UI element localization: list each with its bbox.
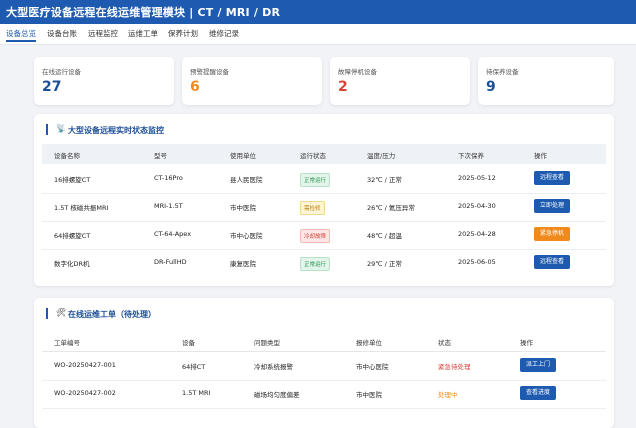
stat-value: 2 bbox=[338, 79, 348, 95]
repair-unit: 市中心医院 bbox=[356, 363, 389, 371]
next-maintenance: 2025-04-28 bbox=[458, 230, 496, 238]
app-title: 大型医疗设备远程在线运维管理模块 | CT / MRI / DR bbox=[6, 6, 281, 19]
monitor-panel: 📡 大型设备远程实时状态监控 设备名称 型号 使用单位 运行状态 温度/压力 下… bbox=[34, 114, 614, 286]
satellite-icon: 📡 bbox=[56, 124, 66, 133]
device-name: 数字化DR机 bbox=[54, 260, 90, 268]
next-maintenance: 2025-05-12 bbox=[458, 174, 496, 182]
stat-label: 待保养设备 bbox=[486, 68, 519, 76]
stat-card-maintenance: 待保养设备 9 bbox=[478, 57, 614, 105]
column-header: 问题类型 bbox=[254, 339, 280, 347]
device-model: CT-16Pro bbox=[154, 174, 183, 182]
device-unit: 市中医院 bbox=[230, 204, 256, 212]
order-id: WO-20250427-002 bbox=[54, 389, 116, 397]
column-header: 使用单位 bbox=[230, 152, 256, 160]
section-accent-bar bbox=[46, 308, 48, 319]
tab-ledger[interactable]: 设备台账 bbox=[47, 28, 77, 39]
wrench-icon: 🛠 bbox=[56, 308, 67, 317]
device-name: 64排螺旋CT bbox=[54, 232, 91, 240]
table-row: WO-20250427-001 64排CT 冷却系统报警 市中心医院 紧急待处理… bbox=[42, 352, 606, 381]
column-header: 下次保养 bbox=[458, 152, 484, 160]
stat-label: 预警提醒设备 bbox=[190, 68, 229, 76]
device-unit: 县人民医院 bbox=[230, 176, 263, 184]
work-order-panel: 🛠 在线运维工单（待处理） 工单编号 设备 问题类型 报修单位 状态 操作 WO… bbox=[34, 298, 614, 428]
order-status: 处理中 bbox=[438, 391, 458, 399]
temp-pressure: 26℃ / 氦压异常 bbox=[367, 204, 415, 212]
issue-type: 冷却系统报警 bbox=[254, 363, 293, 371]
tab-repair-records[interactable]: 维修记录 bbox=[209, 28, 239, 39]
order-device: 64排CT bbox=[182, 363, 206, 371]
device-model: MRI-1.5T bbox=[154, 202, 183, 210]
app-header: 大型医疗设备远程在线运维管理模块 | CT / MRI / DR bbox=[0, 0, 636, 24]
handle-now-button[interactable]: 立即处理 bbox=[534, 199, 570, 213]
device-name: 1.5T 核磁共振MRI bbox=[54, 204, 109, 212]
status-badge: 正常运行 bbox=[300, 173, 331, 187]
emergency-stop-button[interactable]: 紧急停机 bbox=[534, 227, 570, 241]
table-header: 设备名称 型号 使用单位 运行状态 温度/压力 下次保养 操作 bbox=[42, 144, 606, 164]
device-model: CT-64-Apex bbox=[154, 230, 192, 238]
tab-maintenance-plan[interactable]: 保养计划 bbox=[168, 28, 198, 39]
column-header: 操作 bbox=[534, 152, 547, 160]
stat-card-warning: 预警提醒设备 6 bbox=[182, 57, 322, 105]
device-model: DR-FullHD bbox=[154, 258, 187, 266]
tab-work-orders[interactable]: 运维工单 bbox=[128, 28, 158, 39]
temp-pressure: 32℃ / 正常 bbox=[367, 176, 402, 184]
stat-value: 9 bbox=[486, 79, 496, 95]
repair-unit: 市中医院 bbox=[356, 391, 382, 399]
tab-overview[interactable]: 设备总览 bbox=[6, 28, 36, 42]
order-id: WO-20250427-001 bbox=[54, 361, 116, 369]
order-status: 紧急待处理 bbox=[438, 363, 471, 371]
table-row: 64排螺旋CT CT-64-Apex 市中心医院 冷却故障 48℃ / 超温 2… bbox=[42, 221, 606, 250]
column-header: 操作 bbox=[520, 339, 533, 347]
status-badge: 正常运行 bbox=[300, 257, 331, 271]
temp-pressure: 48℃ / 超温 bbox=[367, 232, 402, 240]
table-row: 数字化DR机 DR-FullHD 康复医院 正常运行 29℃ / 正常 2025… bbox=[42, 249, 606, 277]
column-header: 设备名称 bbox=[54, 152, 80, 160]
stat-card-online: 在线运行设备 27 bbox=[34, 57, 174, 105]
stat-value: 27 bbox=[42, 79, 62, 95]
column-header: 型号 bbox=[154, 152, 167, 160]
column-header: 运行状态 bbox=[300, 152, 326, 160]
table-row: 16排螺旋CT CT-16Pro 县人民医院 正常运行 32℃ / 正常 202… bbox=[42, 165, 606, 194]
view-progress-button[interactable]: 查看进度 bbox=[520, 386, 556, 400]
next-maintenance: 2025-06-05 bbox=[458, 258, 496, 266]
dispatch-button[interactable]: 派工上门 bbox=[520, 358, 556, 372]
panel-title: 在线运维工单（待处理） bbox=[68, 310, 156, 319]
stat-value: 6 bbox=[190, 79, 200, 95]
stat-label: 在线运行设备 bbox=[42, 68, 81, 76]
remote-view-button[interactable]: 远程查看 bbox=[534, 255, 570, 269]
table-row: WO-20250427-002 1.5T MRI 磁场均匀度偏差 市中医院 处理… bbox=[42, 380, 606, 409]
section-accent-bar bbox=[46, 124, 48, 135]
column-header: 状态 bbox=[438, 339, 451, 347]
column-header: 工单编号 bbox=[54, 339, 80, 347]
nav-tabs: 设备总览 设备台账 远程监控 运维工单 保养计划 维修记录 bbox=[0, 24, 636, 45]
table-row: 1.5T 核磁共振MRI MRI-1.5T 市中医院 需检修 26℃ / 氦压异… bbox=[42, 193, 606, 222]
remote-view-button[interactable]: 远程查看 bbox=[534, 171, 570, 185]
column-header: 设备 bbox=[182, 339, 195, 347]
device-name: 16排螺旋CT bbox=[54, 176, 91, 184]
stat-card-fault: 故障停机设备 2 bbox=[330, 57, 470, 105]
device-unit: 市中心医院 bbox=[230, 232, 263, 240]
status-badge: 需检修 bbox=[300, 201, 325, 215]
issue-type: 磁场均匀度偏差 bbox=[254, 391, 300, 399]
tab-remote-monitor[interactable]: 远程监控 bbox=[88, 28, 118, 39]
status-badge: 冷却故障 bbox=[300, 229, 331, 243]
table-header: 工单编号 设备 问题类型 报修单位 状态 操作 bbox=[42, 331, 606, 352]
next-maintenance: 2025-04-30 bbox=[458, 202, 496, 210]
stat-label: 故障停机设备 bbox=[338, 68, 377, 76]
panel-title: 大型设备远程实时状态监控 bbox=[68, 126, 164, 135]
column-header: 温度/压力 bbox=[367, 152, 396, 160]
device-unit: 康复医院 bbox=[230, 260, 256, 268]
temp-pressure: 29℃ / 正常 bbox=[367, 260, 402, 268]
column-header: 报修单位 bbox=[356, 339, 382, 347]
order-device: 1.5T MRI bbox=[182, 389, 211, 397]
